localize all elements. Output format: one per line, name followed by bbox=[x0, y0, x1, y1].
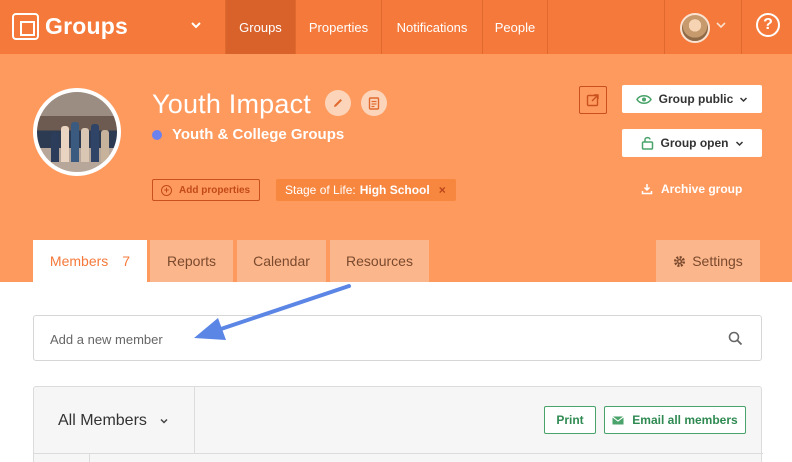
nav-tab-groups[interactable]: Groups bbox=[225, 0, 295, 54]
chevron-down-icon[interactable] bbox=[190, 20, 202, 30]
nav-tab-notifications[interactable]: Notifications bbox=[381, 0, 482, 54]
tag-label: Stage of Life: bbox=[285, 183, 356, 197]
group-category[interactable]: Youth & College Groups bbox=[152, 126, 344, 143]
chevron-down-icon bbox=[160, 418, 168, 424]
email-all-members-label: Email all members bbox=[632, 413, 738, 427]
eye-icon bbox=[635, 94, 652, 104]
app-name: Groups bbox=[45, 13, 128, 39]
members-panel: All Members Print Email all members bbox=[33, 386, 763, 462]
members-filter-dropdown[interactable]: All Members bbox=[58, 412, 169, 430]
nav-tab-people[interactable]: People bbox=[482, 0, 548, 54]
nav-tab-properties[interactable]: Properties bbox=[295, 0, 381, 54]
search-icon[interactable] bbox=[728, 331, 743, 346]
members-filter-label: All Members bbox=[58, 412, 147, 429]
groups-logo-icon bbox=[12, 13, 39, 40]
gear-icon bbox=[674, 255, 686, 267]
add-properties-button[interactable]: + Add properties bbox=[152, 179, 260, 201]
group-open-label: Group open bbox=[660, 136, 729, 150]
tab-settings[interactable]: Settings bbox=[656, 240, 760, 282]
add-member-search[interactable] bbox=[33, 315, 762, 361]
envelope-icon bbox=[612, 415, 625, 424]
tab-reports[interactable]: Reports bbox=[150, 240, 233, 282]
category-color-dot bbox=[152, 129, 162, 140]
tab-members-label: Members bbox=[49, 253, 109, 269]
category-label: Youth & College Groups bbox=[172, 126, 345, 143]
group-public-label: Group public bbox=[658, 92, 734, 106]
archive-group-button[interactable]: Archive group bbox=[641, 182, 742, 196]
group-public-dropdown[interactable]: Group public bbox=[622, 85, 762, 113]
archive-icon bbox=[641, 184, 653, 195]
group-photo[interactable] bbox=[33, 88, 121, 176]
table-column-divider bbox=[89, 453, 90, 462]
external-link-icon bbox=[586, 94, 599, 107]
open-external-button[interactable] bbox=[579, 86, 607, 114]
property-tag: Stage of Life: High School × bbox=[276, 179, 456, 201]
chevron-down-icon[interactable] bbox=[715, 20, 727, 30]
chevron-down-icon bbox=[735, 140, 743, 146]
help-icon[interactable]: ? bbox=[756, 13, 780, 37]
remove-tag-icon[interactable]: × bbox=[439, 183, 446, 197]
group-header: Youth Impact Youth & College Groups + Ad… bbox=[0, 54, 792, 282]
members-count: 7 bbox=[122, 253, 131, 269]
pencil-icon bbox=[334, 99, 342, 107]
tab-calendar[interactable]: Calendar bbox=[237, 240, 326, 282]
print-button[interactable]: Print bbox=[544, 406, 596, 434]
tab-resources[interactable]: Resources bbox=[330, 240, 429, 282]
user-avatar[interactable] bbox=[680, 13, 710, 43]
top-nav: Groups Groups Properties Notifications P… bbox=[0, 0, 792, 54]
tab-members[interactable]: Members 7 bbox=[33, 240, 147, 282]
tab-settings-label: Settings bbox=[692, 253, 743, 269]
unlock-icon bbox=[641, 136, 653, 150]
archive-group-label: Archive group bbox=[661, 182, 743, 196]
plus-circle-icon: + bbox=[161, 184, 172, 196]
notes-button[interactable] bbox=[361, 90, 387, 116]
edit-button[interactable] bbox=[325, 90, 351, 116]
chevron-down-icon bbox=[740, 96, 748, 102]
email-all-members-button[interactable]: Email all members bbox=[604, 406, 746, 434]
user-menu[interactable] bbox=[664, 0, 742, 54]
add-properties-label: Add properties bbox=[179, 184, 251, 196]
panel-divider bbox=[194, 387, 195, 453]
add-member-input[interactable] bbox=[50, 329, 650, 349]
document-icon bbox=[368, 96, 380, 110]
tag-value: High School bbox=[359, 183, 430, 197]
group-open-dropdown[interactable]: Group open bbox=[622, 129, 762, 157]
panel-separator bbox=[34, 453, 763, 454]
app-logo[interactable]: Groups bbox=[12, 13, 128, 40]
group-title: Youth Impact bbox=[152, 89, 312, 119]
